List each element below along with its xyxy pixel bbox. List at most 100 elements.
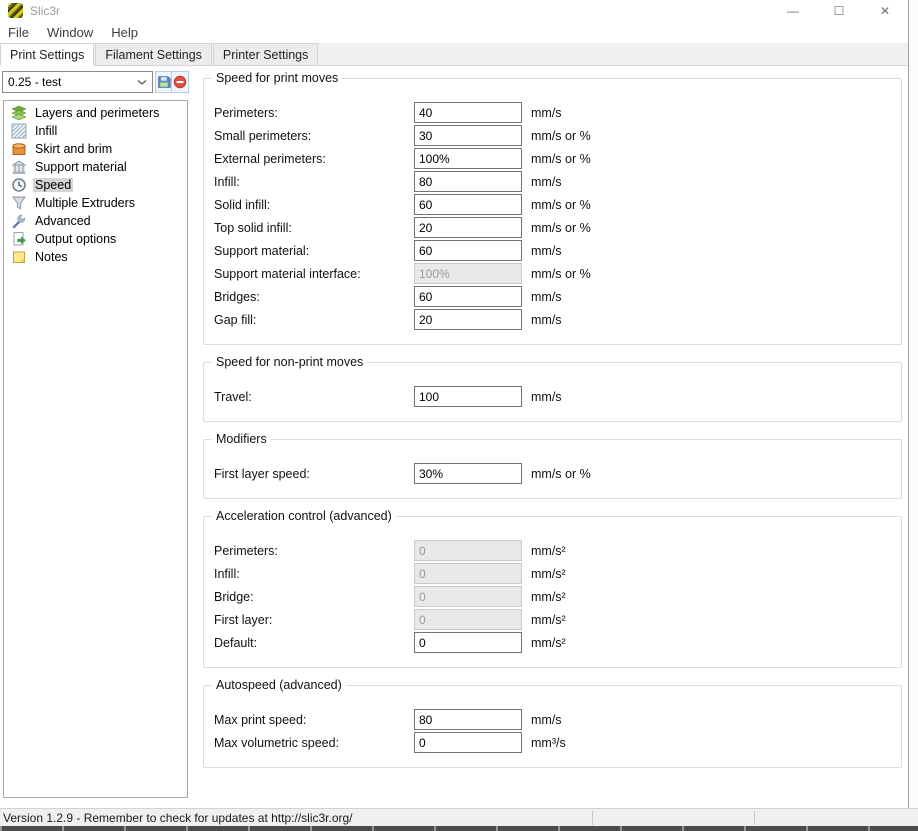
setting-row-solid-infill: Solid infill: mm/s or % [204, 193, 901, 216]
settings-tab-bar: Print SettingsFilament SettingsPrinter S… [0, 43, 908, 66]
setting-label: Infill: [214, 567, 414, 581]
delete-preset-button[interactable] [172, 71, 189, 93]
input-external-perimeters[interactable] [414, 148, 522, 169]
setting-unit: mm/s² [531, 636, 566, 650]
input-max-volumetric-speed[interactable] [414, 732, 522, 753]
setting-row-travel: Travel:mm/s [204, 385, 901, 408]
menu-help[interactable]: Help [109, 24, 140, 41]
chevron-down-icon [137, 75, 147, 89]
input-first-layer-speed[interactable] [414, 463, 522, 484]
setting-unit: mm/s² [531, 613, 566, 627]
setting-unit: mm/s [531, 106, 562, 120]
setting-unit: mm/s [531, 390, 562, 404]
output-icon [11, 231, 27, 247]
setting-unit: mm/s or % [531, 267, 591, 281]
tab-filament-settings[interactable]: Filament Settings [95, 43, 212, 65]
setting-label: Support material: [214, 244, 414, 258]
title-bar: Slic3r — ☐ ✕ [0, 0, 908, 22]
minimize-button[interactable]: — [770, 0, 816, 22]
tab-printer-settings[interactable]: Printer Settings [213, 43, 318, 65]
save-preset-button[interactable] [155, 71, 172, 93]
sidebar-item-speed[interactable]: Speed [4, 176, 187, 194]
setting-label: First layer: [214, 613, 414, 627]
sidebar-item-output-options[interactable]: Output options [4, 230, 187, 248]
setting-row-infill: Infill: mm/s² [204, 562, 901, 585]
setting-unit: mm/s or % [531, 198, 591, 212]
slic3r-logo-icon [8, 3, 23, 18]
input-bridges[interactable] [414, 286, 522, 307]
input-support-material[interactable] [414, 240, 522, 261]
setting-row-gap-fill: Gap fill: mm/s [204, 308, 901, 331]
menu-bar: File Window Help [0, 22, 908, 43]
version-status-text: Version 1.2.9 - Remember to check for up… [3, 811, 353, 825]
layers-icon [11, 105, 27, 121]
input-max-print-speed[interactable] [414, 709, 522, 730]
maximize-button[interactable]: ☐ [816, 0, 862, 22]
setting-row-bridges: Bridges:mm/s [204, 285, 901, 308]
group-speed-for-non-print-moves: Speed for non-print movesTravel:mm/s [203, 362, 902, 422]
input-default[interactable] [414, 632, 522, 653]
window-title: Slic3r [30, 4, 60, 18]
support-icon [11, 159, 27, 175]
setting-row-top-solid-infill: Top solid infill: mm/s or % [204, 216, 901, 239]
extruders-icon [11, 195, 27, 211]
sidebar-item-support-material[interactable]: Support material [4, 158, 187, 176]
sidebar-item-label: Layers and perimeters [33, 106, 161, 120]
input-travel[interactable] [414, 386, 522, 407]
sidebar-item-layers-and-perimeters[interactable]: Layers and perimeters [4, 104, 187, 122]
input-support-material-interface [414, 263, 522, 284]
statusbar-divider [592, 811, 593, 825]
input-top-solid-infill[interactable] [414, 217, 522, 238]
setting-row-small-perimeters: Small perimeters:mm/s or % [204, 124, 901, 147]
sidebar-item-notes[interactable]: Notes [4, 248, 187, 266]
window-controls: — ☐ ✕ [770, 0, 908, 22]
statusbar-divider [754, 811, 755, 825]
group-acceleration-control-advanced: Acceleration control (advanced)Perimeter… [203, 516, 902, 668]
input-infill[interactable] [414, 171, 522, 192]
group-speed-for-print-moves: Speed for print movesPerimeters:mm/sSmal… [203, 78, 902, 345]
menu-file[interactable]: File [6, 24, 31, 41]
setting-row-perimeters: Perimeters:mm/s² [204, 539, 901, 562]
notes-icon [11, 249, 27, 265]
close-button[interactable]: ✕ [862, 0, 908, 22]
setting-unit: mm/s [531, 175, 562, 189]
sidebar-item-skirt-and-brim[interactable]: Skirt and brim [4, 140, 187, 158]
menu-window[interactable]: Window [45, 24, 95, 41]
input-solid-infill[interactable] [414, 194, 522, 215]
background-window-sliver [908, 0, 918, 808]
tab-print-settings[interactable]: Print Settings [0, 43, 94, 66]
setting-unit: mm/s [531, 313, 562, 327]
setting-unit: mm/s [531, 713, 562, 727]
input-perimeters[interactable] [414, 102, 522, 123]
setting-unit: mm/s [531, 290, 562, 304]
group-title: Autospeed (advanced) [212, 678, 346, 692]
input-perimeters [414, 540, 522, 561]
sidebar-item-multiple-extruders[interactable]: Multiple Extruders [4, 194, 187, 212]
skirt-icon [11, 141, 27, 157]
speed-icon [11, 177, 27, 193]
sidebar-item-advanced[interactable]: Advanced [4, 212, 187, 230]
group-title: Speed for print moves [212, 71, 342, 85]
setting-label: Gap fill: [214, 313, 414, 327]
setting-label: Default: [214, 636, 414, 650]
setting-label: Support material interface: [214, 267, 414, 281]
setting-label: Small perimeters: [214, 129, 414, 143]
group-modifiers: ModifiersFirst layer speed:mm/s or % [203, 439, 902, 499]
status-bar: Version 1.2.9 - Remember to check for up… [0, 808, 918, 826]
setting-unit: mm/s or % [531, 221, 591, 235]
sidebar-item-label: Speed [33, 178, 73, 192]
setting-row-perimeters: Perimeters: mm/s [204, 101, 901, 124]
preset-value: 0.25 - test [8, 75, 61, 89]
setting-unit: mm³/s [531, 736, 566, 750]
setting-unit: mm/s² [531, 567, 566, 581]
sidebar-item-infill[interactable]: Infill [4, 122, 187, 140]
input-gap-fill[interactable] [414, 309, 522, 330]
setting-label: Top solid infill: [214, 221, 414, 235]
input-small-perimeters[interactable] [414, 125, 522, 146]
setting-label: Solid infill: [214, 198, 414, 212]
slic3r-window: Slic3r — ☐ ✕ File Window Help Print Settin… [0, 0, 918, 831]
settings-page-list: Layers and perimeters InfillSkirt and bri… [3, 100, 188, 798]
setting-label: Perimeters: [214, 106, 414, 120]
preset-dropdown[interactable]: 0.25 - test [2, 71, 153, 93]
group-title: Modifiers [212, 432, 271, 446]
